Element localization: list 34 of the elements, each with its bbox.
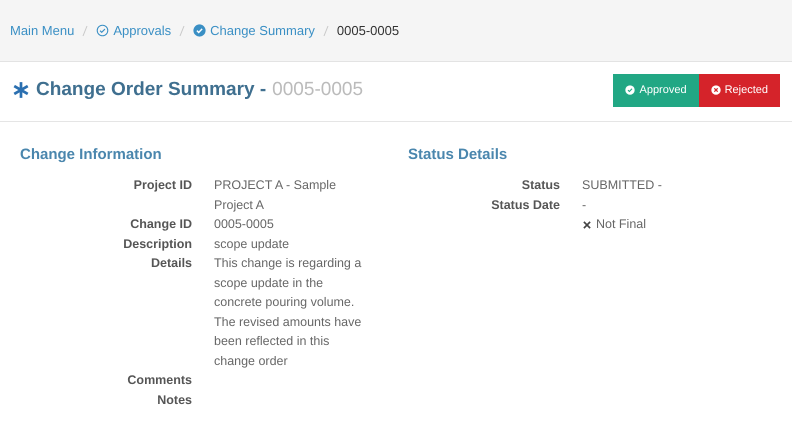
approved-button[interactable]: Approved xyxy=(613,74,699,106)
asterisk-icon xyxy=(12,81,30,100)
slash-icon xyxy=(179,24,186,36)
x-circle-icon xyxy=(710,85,721,96)
check-circle-icon xyxy=(96,24,110,37)
breadcrumb-link[interactable]: Main Menu xyxy=(10,20,74,40)
breadcrumb-link[interactable]: Change Summary xyxy=(193,20,315,40)
field-label: Description xyxy=(122,236,192,253)
field-label: Status xyxy=(520,177,560,194)
breadcrumb-link[interactable]: Approvals xyxy=(96,20,172,40)
field-label: Details xyxy=(150,255,192,272)
slash-icon xyxy=(322,24,329,36)
field-value: - xyxy=(582,196,588,214)
field-value: scope update xyxy=(214,236,290,253)
page-title: Change Order Summary - xyxy=(36,78,266,102)
x-icon xyxy=(582,220,592,230)
check-circle-icon xyxy=(625,85,636,96)
final-status: Not Final xyxy=(596,216,646,233)
field-value: SUBMITTED - xyxy=(582,177,663,194)
field-label: Change ID xyxy=(129,216,192,233)
field-label: Status Date xyxy=(490,196,560,214)
rejected-button[interactable]: Rejected xyxy=(698,74,780,106)
field-label: Notes xyxy=(156,392,192,408)
check-circle-icon xyxy=(193,24,206,37)
field-label: Comments xyxy=(126,372,192,389)
field-value: This change is regarding a scope update in the concrete pouring volume. The revised amounts have been reflected in this change order xyxy=(214,255,362,370)
field-label: Project ID xyxy=(132,177,192,194)
slash-icon xyxy=(82,24,88,36)
section-title: Status Details xyxy=(408,144,508,164)
change-code: 0005-0005 xyxy=(272,78,364,102)
section-title: Change Information xyxy=(20,144,163,164)
field-value: 0005-0005 xyxy=(214,216,275,233)
field-value: PROJECT A - Sample Project A xyxy=(214,177,338,214)
breadcrumb-current: 0005-0005 xyxy=(336,22,400,40)
